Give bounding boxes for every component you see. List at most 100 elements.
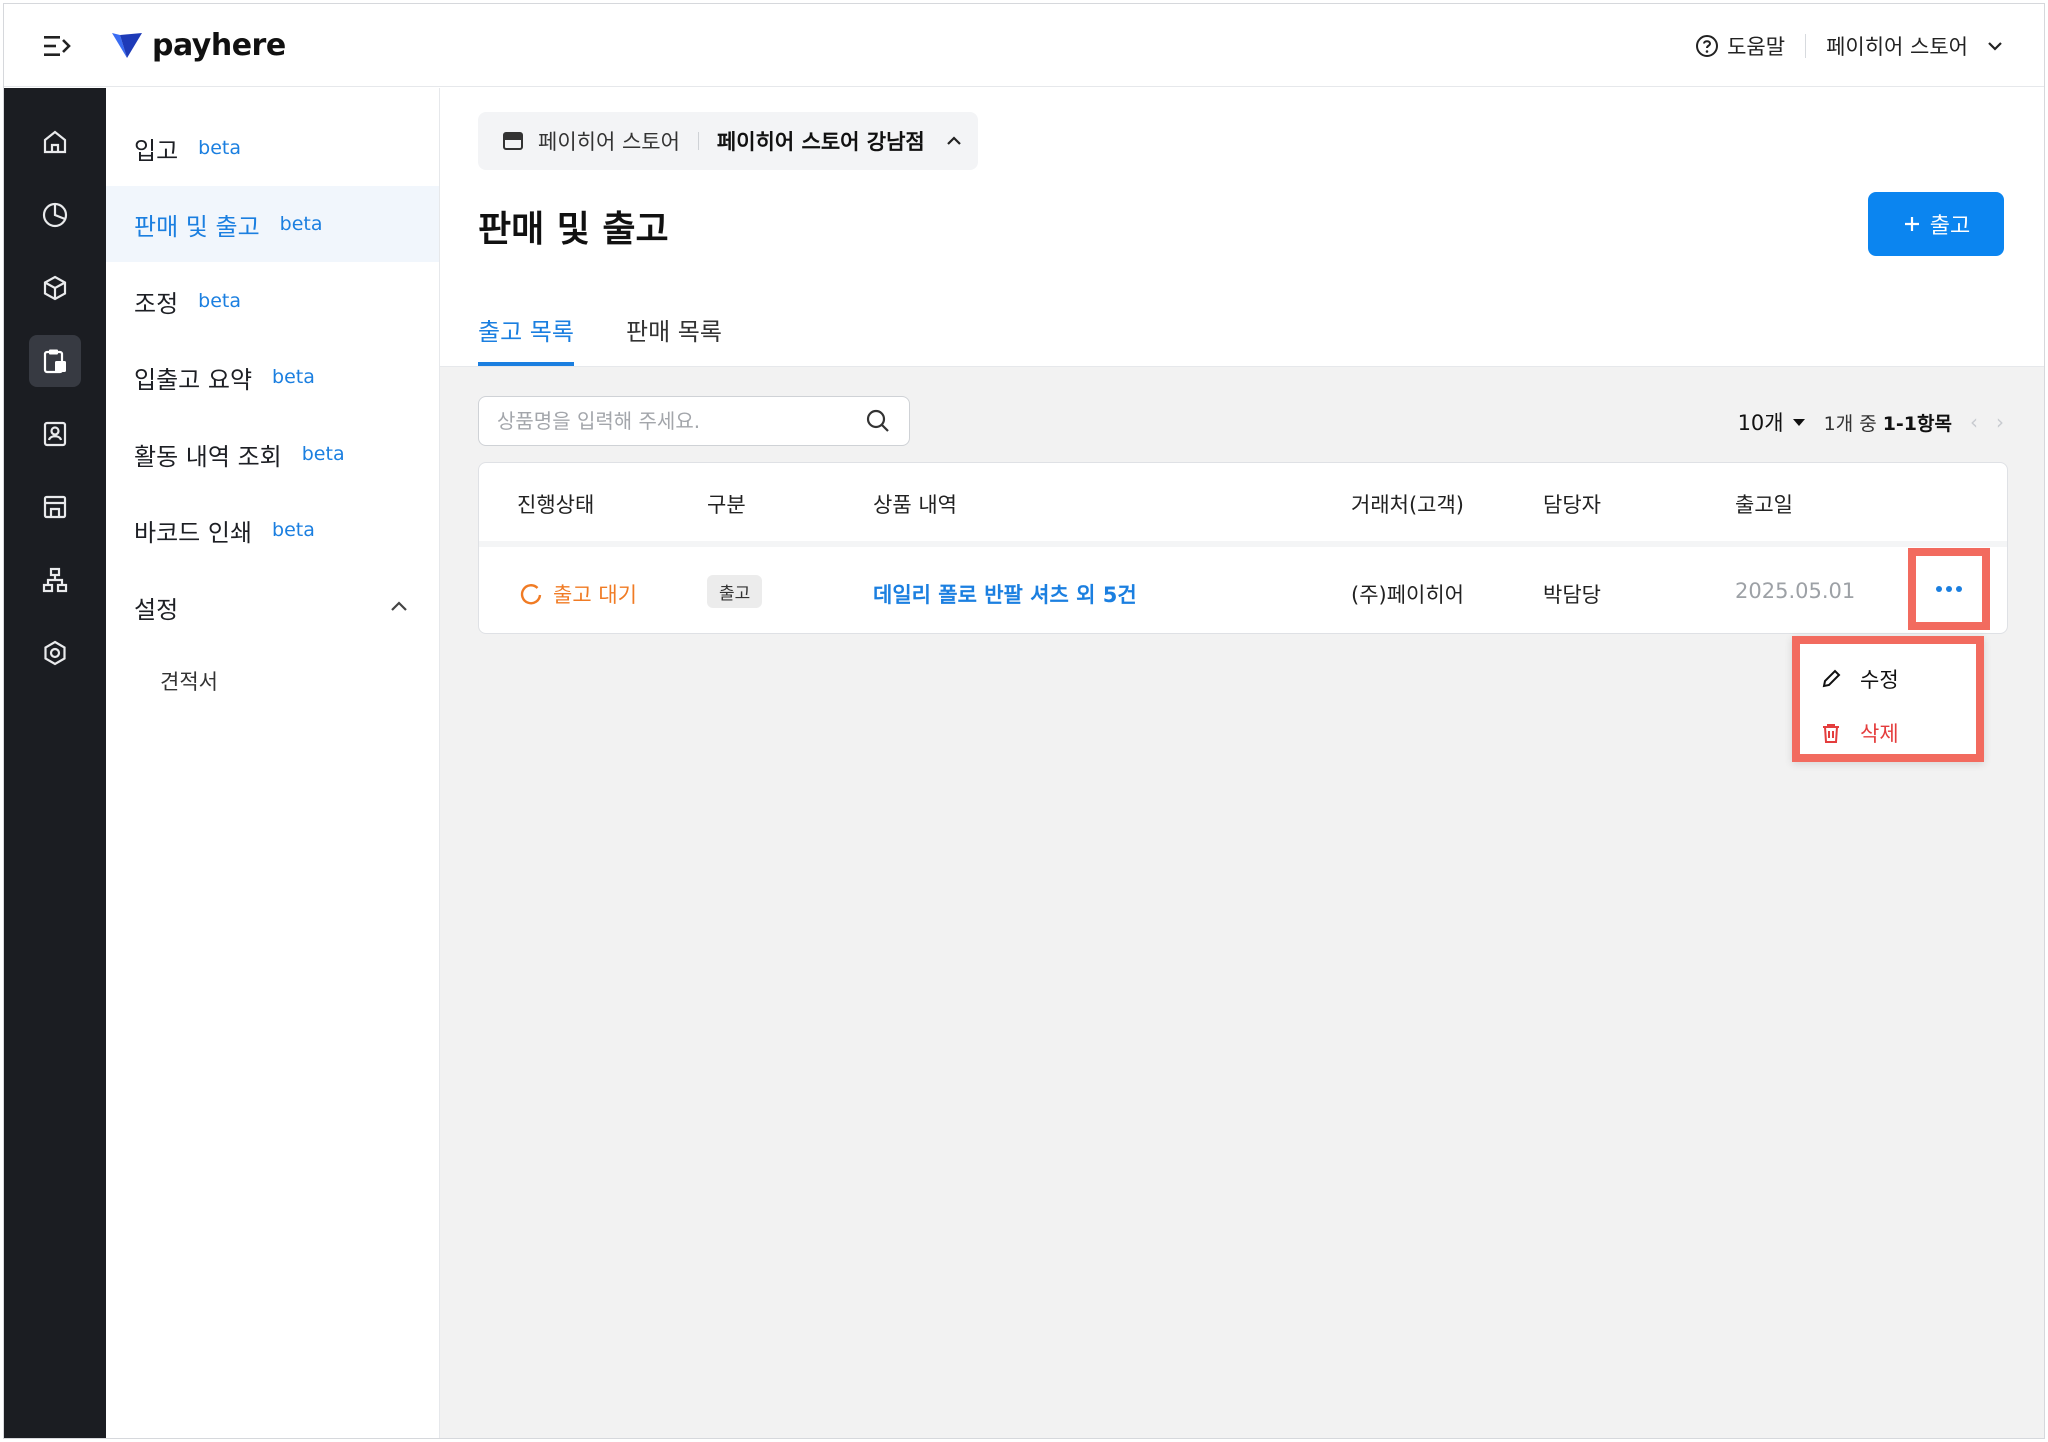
product-search-box [478, 396, 910, 446]
column-header-products: 상품 내역 [873, 493, 957, 517]
clipboard-icon [43, 349, 66, 374]
range-prefix: 1개 중 [1823, 412, 1877, 435]
row-action-menu: 수정 삭제 [1792, 636, 1984, 762]
sidebar-item-label: 바코드 인쇄 [134, 518, 253, 547]
more-icon [1936, 586, 1962, 592]
product-summary-link[interactable]: 데일리 폴로 반팔 셔츠 외 5건 [873, 579, 1137, 609]
help-button[interactable]: 도움말 [1695, 31, 1785, 61]
tab-sales-list[interactable]: 판매 목록 [626, 312, 722, 366]
beta-badge: beta [301, 443, 345, 465]
rail-store[interactable] [29, 481, 81, 533]
loading-icon [520, 584, 542, 605]
rail-stats[interactable] [29, 189, 81, 241]
column-header-date: 출고일 [1735, 493, 1793, 517]
menu-item-edit[interactable]: 수정 [1820, 664, 1899, 694]
next-page-icon[interactable]: › [1996, 410, 2004, 434]
customer-cell: (주)페이히어 [1351, 583, 1464, 607]
header-divider [1805, 34, 1807, 58]
store-branch-selector[interactable]: 페이히어 스토어 페이히어 스토어 강남점 [478, 112, 978, 170]
caret-down-icon [1792, 419, 1805, 426]
add-shipment-button[interactable]: 출고 [1868, 192, 2004, 256]
sidebar-item-label: 활동 내역 조회 [134, 442, 282, 471]
plus-icon [1904, 217, 1919, 231]
chevron-up-icon [391, 601, 407, 611]
gear-icon [44, 640, 66, 666]
sidebar-item-sales-shipping[interactable]: 판매 및 출고 beta [106, 186, 439, 262]
status-label: 출고 대기 [553, 583, 637, 607]
sidebar-item-label: 조정 [134, 289, 179, 318]
table-header: 진행상태 구분 상품 내역 거래처(고객) 담당자 출고일 [479, 463, 2007, 547]
pill-divider [697, 132, 699, 150]
icon-rail [4, 88, 106, 1438]
contact-card-icon [43, 421, 67, 447]
store-icon [43, 495, 67, 519]
sidebar-item-receiving[interactable]: 입고 beta [106, 110, 439, 186]
beta-badge: beta [198, 290, 242, 312]
search-input[interactable] [497, 409, 865, 433]
date-cell: 2025.05.01 [1735, 579, 1856, 603]
rail-inventory[interactable] [29, 335, 81, 387]
prev-page-icon[interactable]: ‹ [1970, 410, 1978, 434]
help-label: 도움말 [1727, 35, 1786, 59]
add-shipment-label: 출고 [1929, 214, 1971, 239]
sub-sidebar: 입고 beta 판매 및 출고 beta 조정 beta 입출고 요약 beta… [106, 88, 440, 1438]
menu-item-delete[interactable]: 삭제 [1820, 718, 1899, 748]
row-more-button[interactable] [1908, 548, 1990, 630]
manager-cell: 박담당 [1543, 583, 1601, 607]
menu-toggle-icon[interactable] [42, 32, 72, 60]
rail-home[interactable] [29, 116, 81, 168]
menu-item-label: 삭제 [1860, 722, 1899, 746]
pagination: 10개 1개 중 1-1항목 ‹ › [1738, 402, 2004, 442]
column-header-customer: 거래처(고객) [1351, 493, 1464, 517]
menu-item-label: 수정 [1860, 668, 1899, 692]
tab-shipment-list[interactable]: 출고 목록 [478, 312, 574, 366]
table-row[interactable]: 출고 대기 출고 데일리 폴로 반팔 셔츠 외 5건 (주)페이히어 박담당 2… [479, 553, 2007, 635]
status-cell: 출고 대기 [519, 579, 637, 609]
main-content: 페이히어 스토어 페이히어 스토어 강남점 판매 및 출고 출고 출고 목록 판… [440, 88, 2044, 1438]
sidebar-item-label: 판매 및 출고 [134, 212, 260, 241]
range-value: 1-1항목 [1882, 412, 1952, 435]
payhere-logo[interactable]: payhere [110, 26, 286, 64]
search-icon[interactable] [865, 408, 891, 434]
rail-customers[interactable] [29, 408, 81, 460]
pencil-icon [1822, 669, 1841, 688]
top-header: payhere 도움말 페이히어 스토어 [4, 4, 2044, 87]
store-name: 페이히어 스토어 [538, 130, 680, 154]
pie-chart-icon [42, 202, 68, 228]
page-title: 판매 및 출고 [478, 209, 669, 250]
chevron-down-icon [1988, 42, 2002, 51]
type-badge: 출고 [707, 575, 763, 608]
sidebar-item-barcode-print[interactable]: 바코드 인쇄 beta [106, 492, 439, 568]
beta-badge: beta [272, 366, 315, 388]
branch-name: 페이히어 스토어 강남점 [716, 130, 925, 154]
app-window: payhere 도움말 페이히어 스토어 입고 beta 판매 및 출고 bet… [3, 3, 2045, 1439]
sidebar-item-quotation[interactable]: 견적서 [160, 666, 218, 696]
sidebar-item-label: 입출고 요약 [134, 365, 253, 394]
shipment-table: 진행상태 구분 상품 내역 거래처(고객) 담당자 출고일 출고 대기 출고 데… [478, 462, 2008, 634]
help-icon [1696, 35, 1719, 57]
column-header-status: 진행상태 [517, 493, 595, 517]
logo-mark-icon [112, 33, 142, 58]
home-icon [43, 130, 67, 154]
rail-products[interactable] [29, 262, 81, 314]
brand-name: payhere [152, 27, 286, 63]
beta-badge: beta [198, 137, 242, 159]
sidebar-group-settings[interactable]: 설정 [106, 569, 439, 645]
column-header-type: 구분 [707, 493, 746, 517]
store-icon [503, 132, 523, 150]
column-header-manager: 담당자 [1543, 493, 1601, 517]
trash-icon [1823, 724, 1839, 743]
page-size-value: 10개 [1737, 411, 1784, 435]
page-size-select[interactable]: 10개 [1738, 407, 1806, 437]
rail-settings[interactable] [29, 627, 81, 679]
beta-badge: beta [272, 519, 315, 541]
sidebar-item-adjustment[interactable]: 조정 beta [106, 263, 439, 339]
store-selector[interactable]: 페이히어 스토어 [1826, 31, 2004, 61]
sidebar-item-activity-log[interactable]: 활동 내역 조회 beta [106, 416, 439, 492]
beta-badge: beta [279, 213, 323, 235]
chevron-up-icon [946, 136, 961, 145]
hierarchy-icon [42, 567, 68, 593]
sidebar-item-summary[interactable]: 입출고 요약 beta [106, 339, 439, 415]
sidebar-group-label: 설정 [134, 595, 179, 624]
rail-organization[interactable] [29, 554, 81, 606]
